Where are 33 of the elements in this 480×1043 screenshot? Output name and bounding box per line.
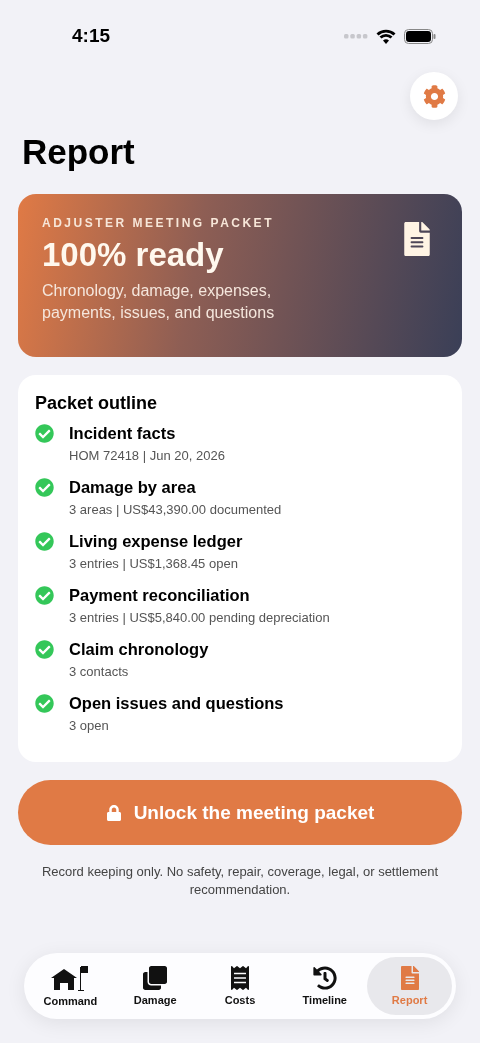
- outline-item-title: Open issues and questions: [69, 694, 284, 713]
- outline-item-title: Claim chronology: [69, 640, 209, 659]
- card-title: Packet outline: [35, 393, 159, 414]
- tab[interactable]: Command: [28, 957, 113, 1015]
- stacked-pages-icon: [143, 966, 168, 990]
- signal-icon: [344, 33, 368, 39]
- outline-item-title: Incident facts: [69, 424, 177, 443]
- outline-item-title: Damage by area: [69, 478, 197, 497]
- banner-eyebrow: ADJUSTER MEETING PACKET: [42, 216, 275, 230]
- outline-item-detail: 3 open: [69, 718, 110, 733]
- wifi-icon: [376, 28, 396, 44]
- history-icon: [312, 966, 337, 990]
- outline-item-detail: HOM 72418 | Jun 20, 2026: [69, 448, 225, 463]
- outline-item-detail: 3 contacts: [69, 664, 130, 679]
- receipt-icon: [228, 966, 252, 990]
- outline-item-title: Living expense ledger: [69, 532, 243, 551]
- status-time: 4:15: [72, 25, 111, 47]
- banner-headline: 100% ready: [42, 236, 225, 274]
- disclaimer-text: Record keeping only. No safety, repair, coverage, legal, or settlement recommendation.: [40, 863, 440, 899]
- lock-icon: [105, 804, 122, 821]
- outline-item-detail: 3 entries | US$1,368.45 open: [69, 556, 239, 571]
- outline-item-detail: 3 entries | US$5,840.00 pending depreciation: [69, 610, 330, 625]
- tab[interactable]: Damage: [112, 957, 198, 1015]
- page-title: Report: [22, 132, 136, 172]
- house-flag-icon: [50, 965, 91, 991]
- outline-item-title: Payment reconciliation: [69, 586, 251, 605]
- tab[interactable]: Timeline: [282, 957, 368, 1015]
- banner-description: Chronology, damage, expenses, payments, issues, and questions: [42, 281, 276, 323]
- settings-button[interactable]: [410, 72, 458, 120]
- tab[interactable]: Costs: [197, 957, 283, 1015]
- battery-icon: [404, 28, 436, 44]
- settings-icon: [422, 84, 446, 108]
- outline-item-detail: 3 areas | US$43,390.00 documented: [69, 502, 282, 517]
